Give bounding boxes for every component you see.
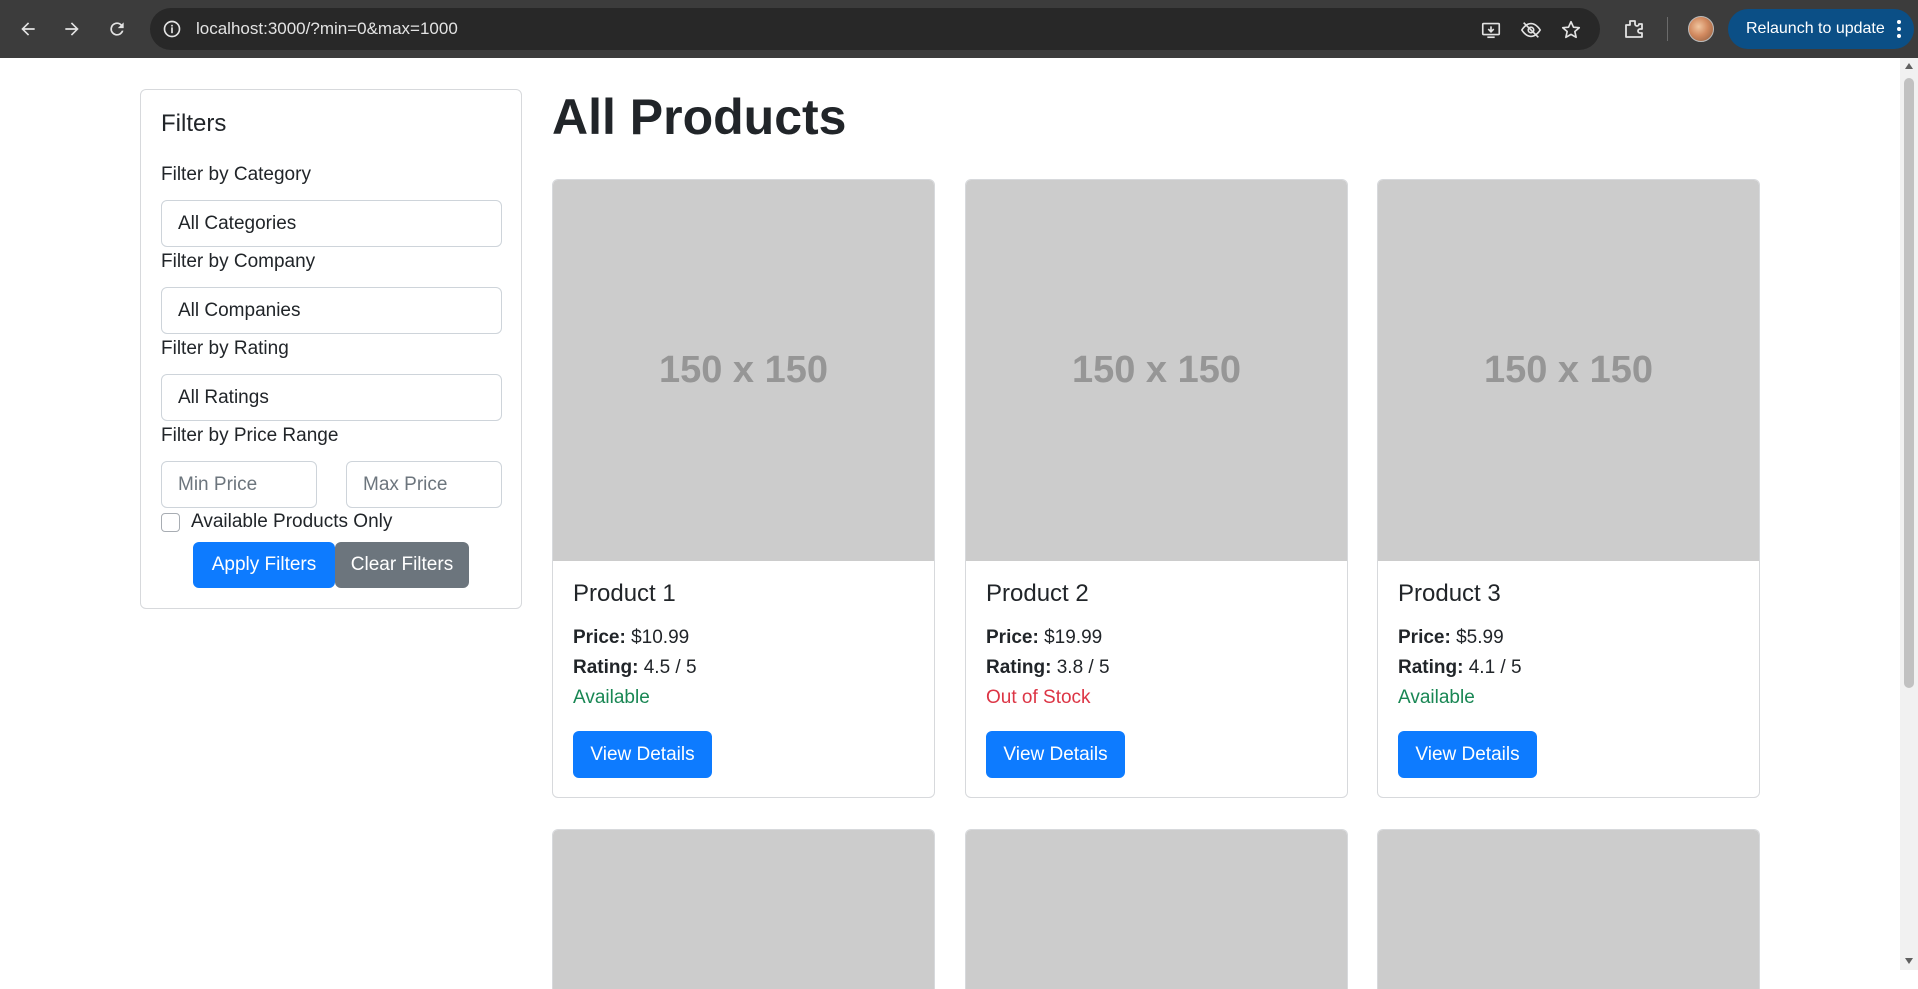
product-image: 150 x 150	[966, 180, 1347, 561]
product-name: Product 3	[1398, 580, 1501, 607]
relaunch-label: Relaunch to update	[1746, 20, 1885, 37]
forward-button[interactable]	[57, 14, 87, 44]
max-price-input[interactable]	[346, 461, 502, 508]
product-card	[1377, 829, 1760, 989]
company-select[interactable]: All Companies	[161, 287, 502, 334]
product-price: Price: $10.99	[573, 627, 689, 649]
rating-key: Rating:	[986, 657, 1052, 678]
rating-value: 4.5 / 5	[643, 657, 697, 678]
image-placeholder-text: 150 x 150	[658, 349, 829, 391]
product-rating: Rating: 4.1 / 5	[1398, 657, 1522, 679]
rating-key: Rating:	[1398, 657, 1464, 678]
product-image: 150 x 150	[1378, 180, 1759, 561]
price-value: $19.99	[1044, 627, 1103, 648]
filters-title: Filters	[161, 110, 227, 137]
min-price-input[interactable]	[161, 461, 317, 508]
category-select[interactable]: All Categories	[161, 200, 502, 247]
clear-filters-button[interactable]: Clear Filters	[335, 542, 469, 588]
more-vert-icon	[1897, 20, 1901, 38]
install-app-icon[interactable]	[1480, 19, 1502, 41]
view-details-button[interactable]: View Details	[986, 731, 1125, 778]
image-placeholder-text: 150 x 150	[1483, 349, 1654, 391]
product-image	[1378, 830, 1759, 989]
profile-avatar[interactable]	[1688, 16, 1714, 42]
stock-status: Available	[573, 687, 650, 708]
product-name: Product 1	[573, 580, 676, 607]
image-placeholder-text: 150 x 150	[1071, 349, 1242, 391]
arrow-left-icon	[21, 22, 35, 36]
scroll-thumb[interactable]	[1904, 78, 1914, 688]
scroll-down-arrow-icon[interactable]	[1905, 958, 1913, 964]
relaunch-button[interactable]: Relaunch to update	[1728, 9, 1914, 49]
product-card: 150 x 150 Product 1 Price: $10.99 Rating…	[552, 179, 935, 798]
product-card: 150 x 150 Product 3 Price: $5.99 Rating:…	[1377, 179, 1760, 798]
browser-toolbar: localhost:3000/?min=0&max=1000 Relaunch …	[0, 0, 1918, 58]
price-value: $5.99	[1456, 627, 1504, 648]
product-rating: Rating: 4.5 / 5	[573, 657, 697, 679]
product-image	[553, 830, 934, 989]
toolbar-divider	[1667, 17, 1668, 41]
product-image: 150 x 150	[553, 180, 934, 561]
available-only-label: Available Products Only	[191, 511, 393, 532]
url-text: localhost:3000/?min=0&max=1000	[196, 19, 458, 38]
filters-panel: Filters Filter by Category All Categorie…	[140, 89, 522, 609]
site-info-icon[interactable]	[162, 19, 182, 39]
reload-icon	[110, 22, 124, 36]
category-label: Filter by Category	[161, 164, 311, 185]
product-name: Product 2	[986, 580, 1089, 607]
arrow-right-icon	[65, 22, 79, 36]
apply-filters-button[interactable]: Apply Filters	[193, 542, 335, 588]
product-price: Price: $19.99	[986, 627, 1102, 649]
page-scrollbar[interactable]	[1900, 58, 1918, 970]
bookmark-star-icon[interactable]	[1560, 19, 1582, 41]
stock-status: Available	[1398, 687, 1475, 708]
price-key: Price:	[986, 627, 1039, 648]
back-button[interactable]	[13, 14, 43, 44]
eye-off-icon[interactable]	[1520, 19, 1542, 41]
rating-key: Rating:	[573, 657, 639, 678]
price-range-label: Filter by Price Range	[161, 425, 339, 446]
stock-status: Out of Stock	[986, 687, 1091, 708]
product-rating: Rating: 3.8 / 5	[986, 657, 1110, 679]
address-bar[interactable]: localhost:3000/?min=0&max=1000	[150, 8, 1600, 50]
page-title: All Products	[552, 89, 847, 145]
price-value: $10.99	[631, 627, 690, 648]
rating-value: 4.1 / 5	[1468, 657, 1522, 678]
company-label: Filter by Company	[161, 251, 316, 272]
available-only-checkbox[interactable]	[161, 513, 180, 532]
rating-select[interactable]: All Ratings	[161, 374, 502, 421]
product-card	[552, 829, 935, 989]
scroll-up-arrow-icon[interactable]	[1905, 63, 1913, 69]
extensions-icon[interactable]	[1622, 17, 1646, 41]
view-details-button[interactable]: View Details	[573, 731, 712, 778]
product-image	[966, 830, 1347, 989]
product-card	[965, 829, 1348, 989]
product-card: 150 x 150 Product 2 Price: $19.99 Rating…	[965, 179, 1348, 798]
price-key: Price:	[573, 627, 626, 648]
rating-value: 3.8 / 5	[1056, 657, 1110, 678]
product-price: Price: $5.99	[1398, 627, 1504, 649]
view-details-button[interactable]: View Details	[1398, 731, 1537, 778]
reload-button[interactable]	[102, 14, 132, 44]
rating-label: Filter by Rating	[161, 338, 289, 359]
price-key: Price:	[1398, 627, 1451, 648]
